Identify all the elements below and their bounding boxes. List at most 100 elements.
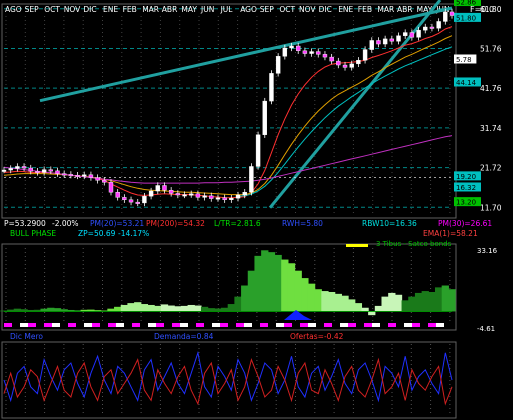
price-axis-label: 11.70 xyxy=(480,203,502,212)
oscillator-bar xyxy=(434,287,443,312)
candle-body xyxy=(309,51,314,54)
band-segment xyxy=(244,323,252,327)
stock-chart: AGO SEP OCT NOV DIC ENE FEB MAR ABR MAY JUN JUL AGO S… xyxy=(0,0,502,419)
band-segment xyxy=(12,323,20,327)
band-segment xyxy=(36,323,44,327)
band-segment xyxy=(324,323,332,327)
oscillator-bar xyxy=(174,306,182,312)
level-tag-text: 16.32 xyxy=(456,184,476,192)
band-segment xyxy=(252,323,260,327)
candle-body xyxy=(282,47,288,57)
candle-body xyxy=(115,192,120,198)
oscillator-max-label: 33.16 xyxy=(477,247,498,255)
band-segment xyxy=(228,323,236,327)
candle-body xyxy=(342,64,348,68)
band-segment xyxy=(196,323,204,327)
band-segment xyxy=(380,323,388,327)
level-tag-text: 5.78 xyxy=(456,56,472,64)
band-segment xyxy=(100,323,108,327)
band-segment xyxy=(188,323,196,327)
band-segment xyxy=(4,323,12,327)
indicator-row1-item: P=53.2900 xyxy=(4,219,46,228)
band-segment xyxy=(364,323,372,327)
band-segment xyxy=(28,323,36,327)
month-label: MAY xyxy=(181,5,197,14)
band-segment xyxy=(396,323,404,327)
oscillator-bar xyxy=(441,285,449,312)
band-segment xyxy=(348,323,356,327)
month-label: JUN xyxy=(200,5,214,14)
month-label: AGO xyxy=(240,5,257,14)
candle-body xyxy=(88,174,94,178)
band-segment xyxy=(292,323,300,327)
bottom-label: Dic Mero xyxy=(10,332,43,341)
band-segment xyxy=(116,323,124,327)
price-axis-label: 21.72 xyxy=(480,164,502,173)
candle-body xyxy=(235,194,241,199)
candle-body xyxy=(75,174,80,177)
oscillator-bar xyxy=(154,305,162,312)
candle-body xyxy=(362,49,368,61)
candle-body xyxy=(35,171,40,173)
oscillator-bar xyxy=(261,250,269,312)
candle-body xyxy=(349,63,354,68)
bottom-panel-labels: Dic Mero Demanda=0.84 Ofertas=-0.42 xyxy=(10,332,344,341)
indicator-row2-item: BULL PHASE xyxy=(10,229,56,238)
oscillator-bar xyxy=(314,289,322,312)
month-label: JUL xyxy=(220,5,234,14)
band-segment xyxy=(132,323,140,327)
oscillator-bar xyxy=(301,278,309,312)
oscillator-bar xyxy=(341,295,349,312)
month-label: SEP xyxy=(25,5,39,14)
oscillator-bar xyxy=(160,304,169,312)
candle-body xyxy=(8,168,13,171)
candle-body xyxy=(48,169,54,172)
candle-body xyxy=(1,169,7,172)
oscillator-bar xyxy=(374,305,383,312)
candle-body xyxy=(108,182,114,193)
oscillator-bar xyxy=(348,299,356,312)
band-segment xyxy=(148,323,156,327)
oscillator-bar xyxy=(294,270,302,312)
candle-body xyxy=(168,190,174,194)
month-label: AGO xyxy=(5,5,22,14)
price-axis-label: 61.80 xyxy=(480,5,502,14)
band-segment xyxy=(212,323,220,327)
band-segment xyxy=(332,323,340,327)
candle-body xyxy=(102,180,107,183)
oscillator-bar xyxy=(167,305,175,312)
band-segment xyxy=(20,323,28,327)
band-segment xyxy=(156,323,164,327)
candle-body xyxy=(275,56,281,74)
band-segment xyxy=(388,323,396,327)
band-segment xyxy=(164,323,172,327)
oscillator-bar xyxy=(247,270,256,312)
candle-body xyxy=(209,195,214,199)
band-yellow-marker xyxy=(346,244,368,247)
candle-body xyxy=(135,201,140,204)
band-segment xyxy=(404,323,412,327)
candle-body xyxy=(162,185,167,191)
band-segment xyxy=(68,323,76,327)
candle-body xyxy=(356,60,361,65)
oscillator-bar xyxy=(214,308,222,312)
bottom-label: Demanda=0.84 xyxy=(154,332,214,341)
candle-body xyxy=(41,169,47,173)
oscillator-bar xyxy=(180,305,189,312)
month-label: NOV xyxy=(299,5,316,14)
band-segment xyxy=(204,323,212,327)
oscillator-bar xyxy=(40,308,48,312)
band-segment xyxy=(436,323,444,327)
indicator-row2-item: ZP=50.69 xyxy=(78,229,116,238)
indicator-row2-item: EMA(1)=58.21 xyxy=(423,229,478,238)
candle-body xyxy=(289,45,294,49)
bottom-panel-frame xyxy=(1,341,457,419)
candle-body xyxy=(255,134,261,167)
month-label: ABR xyxy=(162,5,178,14)
candle-body xyxy=(222,197,227,200)
oscillator-bar xyxy=(53,308,62,312)
month-label: FEB xyxy=(358,5,372,14)
candle-body xyxy=(68,174,74,177)
oscillator-bar xyxy=(408,296,416,312)
band-segment xyxy=(372,323,380,327)
